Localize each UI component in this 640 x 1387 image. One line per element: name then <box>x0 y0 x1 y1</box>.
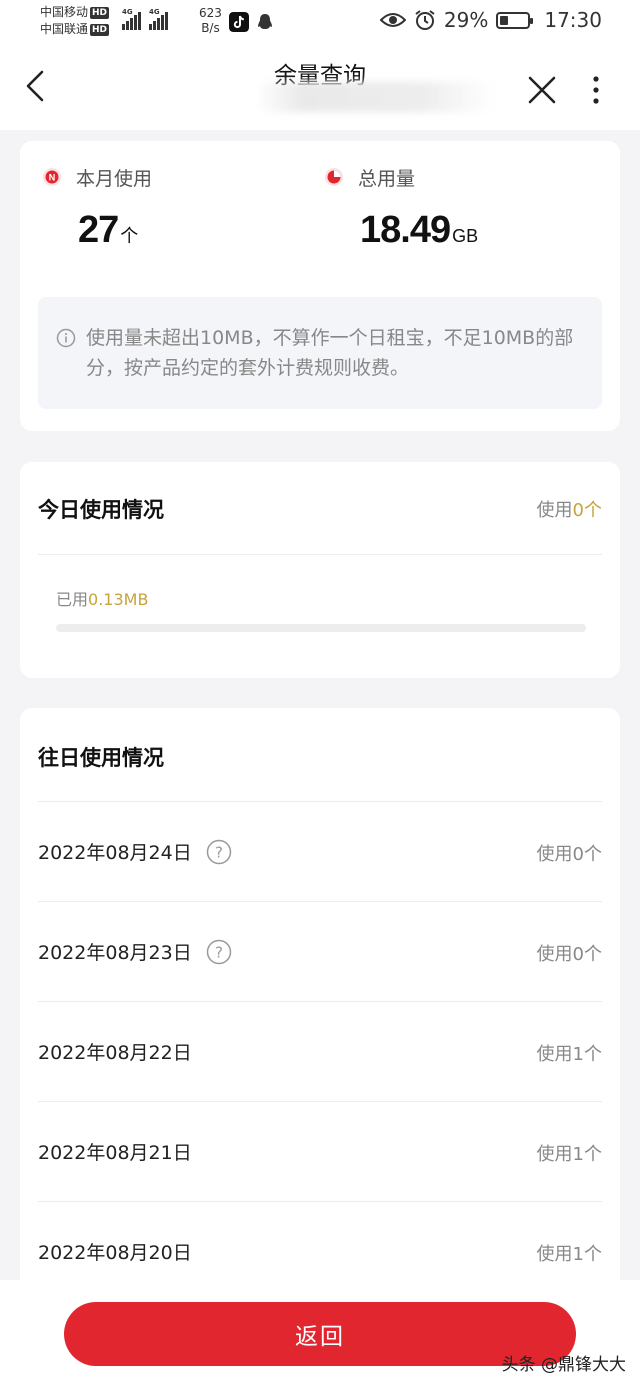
history-row-usage: 使用1个 <box>536 1144 602 1165</box>
history-row-usage: 使用1个 <box>536 1244 602 1265</box>
watermark: 头条 @鼎锋大大 <box>501 1355 626 1375</box>
nav-bar: 余量查询 <box>0 46 640 130</box>
used-prefix: 已用 <box>56 590 89 609</box>
history-row-date: 2022年08月22日 <box>38 1042 192 1064</box>
today-usage-card: 今日使用情况 使用0个 已用0.13MB <box>20 462 620 678</box>
back-button[interactable]: 返回 <box>64 1302 576 1366</box>
carrier-info: 中国移动 HD 中国联通 HD <box>40 4 110 38</box>
bottom-bar: 返回 头条 @鼎锋大大 <box>0 1280 640 1387</box>
history-row-usage: 使用1个 <box>536 1044 602 1065</box>
signal-icon: 4G <box>149 8 168 30</box>
pie-chart-icon <box>325 168 343 186</box>
network-type-label: 4G <box>122 8 133 16</box>
today-usage-number: 0个 <box>572 500 602 521</box>
today-title: 今日使用情况 <box>38 498 164 522</box>
qq-icon <box>258 14 272 29</box>
carrier-2: 中国联通 <box>40 22 89 36</box>
history-row: 2022年08月21日 使用1个 <box>38 1101 602 1201</box>
status-right: 29% 17:30 <box>379 8 602 32</box>
month-usage-label: 本月使用 <box>76 167 153 190</box>
summary-card: N 本月使用 27 个 总用量 18.49 GB 使用量未超出10MB，不算作一个日… <box>20 141 620 431</box>
history-row: 2022年08月24日? 使用0个 <box>38 801 602 901</box>
used-value: 0.13MB <box>88 590 149 609</box>
hd-badge-2: HD <box>90 23 110 36</box>
battery-icon <box>496 11 534 29</box>
history-row-usage: 使用0个 <box>536 944 602 965</box>
history-row-date-group: 2022年08月20日 <box>38 1238 192 1265</box>
eye-icon <box>379 13 406 27</box>
help-question-icon[interactable]: ? <box>206 939 232 965</box>
blurred-subtitle <box>255 82 495 112</box>
status-bar: 中国移动 HD 中国联通 HD 4G 4G 623 B/s 29% 17:30 <box>0 0 640 46</box>
today-used-amount: 已用0.13MB <box>56 586 148 610</box>
total-usage-value: 18.49 <box>360 209 451 251</box>
tiktok-icon <box>229 12 249 32</box>
today-progress-bar <box>56 624 586 632</box>
today-usage-count: 使用0个 <box>537 496 602 522</box>
history-row-usage: 使用0个 <box>536 844 602 865</box>
history-row-date-group: 2022年08月23日? <box>38 938 232 965</box>
carrier-1: 中国移动 <box>40 5 89 19</box>
history-row-date: 2022年08月23日 <box>38 942 192 964</box>
history-row-date-group: 2022年08月21日 <box>38 1138 192 1165</box>
total-usage-unit: GB <box>452 226 479 246</box>
month-n-icon: N <box>43 168 61 186</box>
svg-text:?: ? <box>215 943 223 961</box>
signal-icon: 4G <box>122 8 141 30</box>
signal-icons: 4G 4G <box>122 8 168 30</box>
info-icon <box>56 328 76 348</box>
history-title: 往日使用情况 <box>38 746 164 770</box>
history-row-date-group: 2022年08月22日 <box>38 1038 192 1065</box>
today-usage-prefix: 使用 <box>536 500 573 521</box>
history-row-date: 2022年08月24日 <box>38 842 192 864</box>
close-icon[interactable] <box>526 74 558 106</box>
total-usage-stat: 总用量 18.49 GB <box>324 163 478 252</box>
history-usage-card: 往日使用情况 2022年08月24日? 使用0个 2022年08月23日? 使用0个 2… <box>20 708 620 1298</box>
speed-value: 623 <box>199 6 222 20</box>
more-vertical-icon[interactable] <box>586 74 606 106</box>
notice-text: 使用量未超出10MB，不算作一个日租宝，不足10MB的部分，按产品约定的套外计费… <box>86 327 574 379</box>
battery-percent: 29% <box>443 8 489 32</box>
network-type-label: 4G <box>149 8 160 16</box>
history-row-date-group: 2022年08月24日? <box>38 838 232 865</box>
clock: 17:30 <box>544 8 602 32</box>
month-usage-stat: N 本月使用 27 个 <box>42 163 152 252</box>
history-row-date: 2022年08月20日 <box>38 1242 192 1264</box>
network-speed: 623 B/s <box>199 6 222 36</box>
history-row: 2022年08月23日? 使用0个 <box>38 901 602 1001</box>
month-usage-value: 27 <box>78 209 119 251</box>
total-usage-label: 总用量 <box>358 167 416 190</box>
svg-text:?: ? <box>215 843 223 861</box>
speed-unit: B/s <box>201 21 220 35</box>
hd-badge-1: HD <box>90 6 110 19</box>
history-row: 2022年08月22日 使用1个 <box>38 1001 602 1101</box>
usage-notice: 使用量未超出10MB，不算作一个日租宝，不足10MB的部分，按产品约定的套外计费… <box>38 297 602 409</box>
alarm-icon <box>415 10 435 30</box>
help-question-icon[interactable]: ? <box>206 839 232 865</box>
month-usage-unit: 个 <box>120 226 139 246</box>
month-icon-letter: N <box>49 173 56 183</box>
history-row-date: 2022年08月21日 <box>38 1142 192 1164</box>
divider <box>38 554 602 555</box>
